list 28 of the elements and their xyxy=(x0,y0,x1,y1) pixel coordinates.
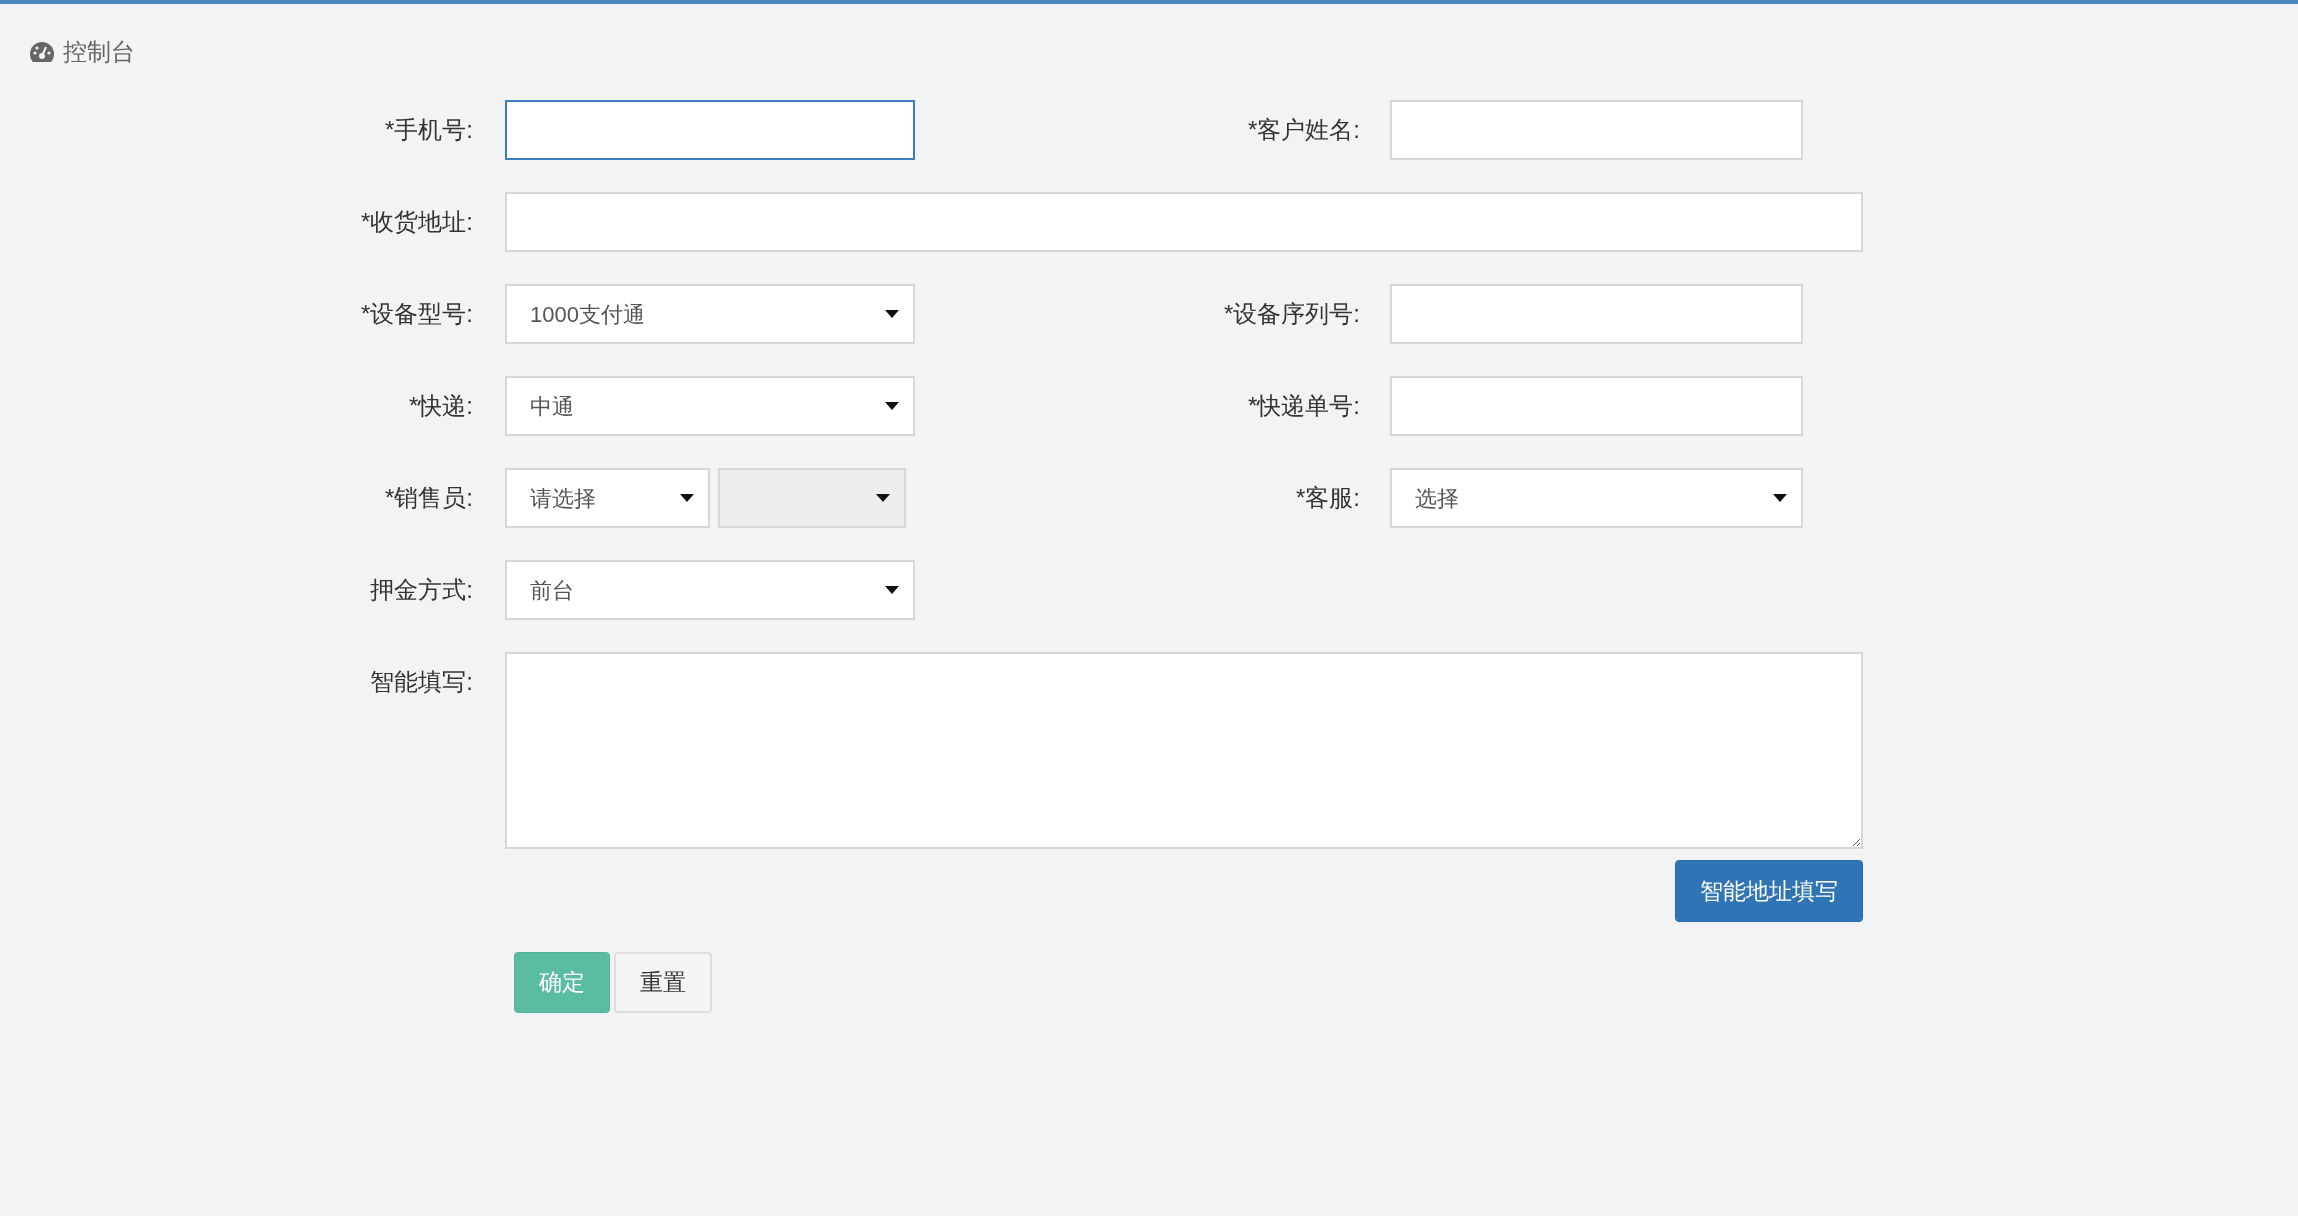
caret-icon xyxy=(885,310,899,318)
field-label: *客户姓名: xyxy=(1247,115,1361,145)
field-label: *收货地址: xyxy=(360,207,474,237)
dropdown[interactable]: 请选择 xyxy=(505,468,710,528)
field-label: 智能填写: xyxy=(369,667,474,697)
field-label: *销售员: xyxy=(384,483,474,513)
dashboard-icon xyxy=(29,41,55,63)
field-label: *设备型号: xyxy=(360,299,474,329)
page-title: 控制台 xyxy=(63,37,135,67)
field-label: *设备序列号: xyxy=(1223,299,1361,329)
dropdown[interactable]: 前台 xyxy=(505,560,915,620)
smart-fill-button[interactable]: 智能地址填写 xyxy=(1675,860,1863,922)
caret-icon xyxy=(876,494,890,502)
dropdown[interactable]: 选择 xyxy=(1390,468,1803,528)
field-label: *手机号: xyxy=(384,115,474,145)
caret-icon xyxy=(885,402,899,410)
reset-button[interactable]: 重置 xyxy=(614,952,712,1013)
field-label: 押金方式: xyxy=(369,575,474,605)
dropdown[interactable]: 中通 xyxy=(505,376,915,436)
caret-icon xyxy=(885,586,899,594)
field-label: *客服: xyxy=(1295,483,1361,513)
input-field[interactable] xyxy=(505,100,915,160)
field-label: *快递: xyxy=(408,391,474,421)
text-area[interactable] xyxy=(505,652,1863,849)
dropdown[interactable]: 1000支付通 xyxy=(505,284,915,344)
field-label: *快递单号: xyxy=(1247,391,1361,421)
caret-icon xyxy=(680,494,694,502)
caret-icon xyxy=(1773,494,1787,502)
